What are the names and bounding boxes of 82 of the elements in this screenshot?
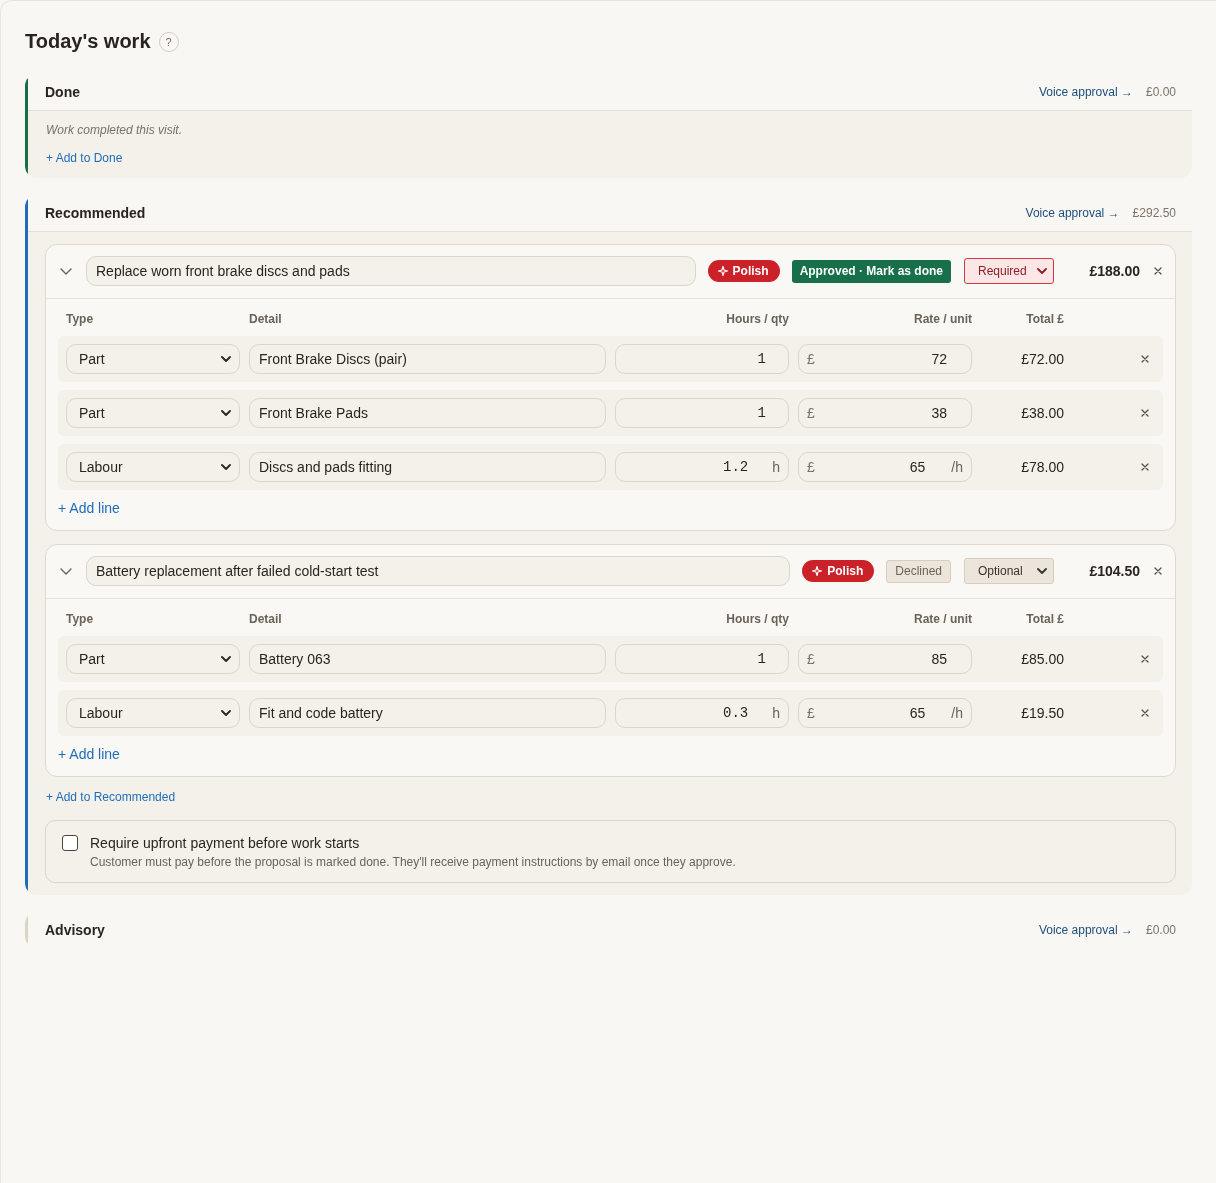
priority-select[interactable]: Required bbox=[964, 258, 1054, 284]
chevron-icon[interactable] bbox=[60, 567, 72, 575]
page-title: Today's work bbox=[25, 29, 151, 54]
rate-input[interactable]: £ 72 bbox=[798, 344, 972, 374]
add-line-link[interactable]: + Add line bbox=[58, 499, 120, 517]
type-select[interactable]: Part bbox=[66, 398, 240, 428]
type-select[interactable]: Part bbox=[66, 344, 240, 374]
column-header: Total £ bbox=[1025, 312, 1064, 327]
section-note: Work completed this visit. bbox=[46, 122, 184, 138]
detail-input[interactable]: Fit and code battery bbox=[249, 698, 606, 728]
close-icon[interactable] bbox=[1141, 409, 1149, 417]
caret-icon bbox=[1037, 568, 1047, 574]
section-total: £0.00 bbox=[1145, 923, 1176, 937]
section-total: £292.50 bbox=[1132, 206, 1176, 220]
close-icon[interactable] bbox=[1141, 463, 1149, 471]
column-header: Type bbox=[66, 312, 95, 327]
detail-input[interactable]: Discs and pads fitting bbox=[249, 452, 606, 482]
column-header: Rate / unit bbox=[913, 612, 972, 627]
checkbox[interactable] bbox=[62, 835, 78, 851]
polish-button[interactable]: Polish bbox=[707, 260, 780, 282]
sparkle-icon bbox=[812, 566, 823, 576]
job-title-input[interactable]: Battery replacement after failed cold-start test bbox=[86, 556, 791, 586]
line-total: £78.00 bbox=[1020, 459, 1064, 475]
voice-approval-link[interactable]: Voice approval → bbox=[1025, 206, 1120, 220]
job-total: £104.50 bbox=[1088, 563, 1140, 579]
chevron-icon[interactable] bbox=[60, 267, 72, 275]
type-select[interactable]: Labour bbox=[66, 452, 240, 482]
caret-icon bbox=[1037, 268, 1047, 274]
rate-input[interactable]: £ 85 bbox=[798, 644, 972, 674]
rate-input[interactable]: £ 65 /h bbox=[798, 452, 972, 482]
close-icon[interactable] bbox=[1141, 655, 1149, 663]
job-title-input[interactable]: Replace worn front brake discs and pads bbox=[86, 256, 696, 286]
rate-input[interactable]: £ 65 /h bbox=[798, 698, 972, 728]
add-item-link[interactable]: + Add to Done bbox=[46, 150, 123, 166]
line-total: £72.00 bbox=[1020, 351, 1064, 367]
close-icon[interactable] bbox=[1141, 709, 1149, 717]
line-total: £19.50 bbox=[1020, 705, 1064, 721]
column-header: Detail bbox=[249, 612, 283, 627]
help-text: Customer must pay before the proposal is marked done. They'll receive payment instructions by email once they approve. bbox=[90, 854, 736, 870]
type-select[interactable]: Labour bbox=[66, 698, 240, 728]
column-header: Hours / qty bbox=[725, 612, 789, 627]
detail-input[interactable]: Battery 063 bbox=[249, 644, 606, 674]
priority-select[interactable]: Optional bbox=[964, 558, 1054, 584]
close-icon[interactable] bbox=[1154, 567, 1162, 575]
add-line-link[interactable]: + Add line bbox=[58, 745, 120, 763]
job-total: £188.00 bbox=[1088, 263, 1140, 279]
section-title: Advisory bbox=[45, 922, 106, 938]
sparkle-icon bbox=[717, 266, 728, 276]
caret-icon bbox=[221, 356, 231, 362]
column-header: Rate / unit bbox=[913, 312, 972, 327]
column-header: Type bbox=[66, 612, 95, 627]
caret-icon bbox=[221, 464, 231, 470]
column-header: Hours / qty bbox=[725, 312, 789, 327]
line-total: £85.00 bbox=[1020, 651, 1064, 667]
section-total: £0.00 bbox=[1145, 85, 1176, 99]
caret-icon bbox=[221, 656, 231, 662]
column-header: Detail bbox=[249, 312, 283, 327]
line-total: £38.00 bbox=[1020, 405, 1064, 421]
polish-button[interactable]: Polish bbox=[802, 560, 875, 582]
detail-input[interactable]: Front Brake Pads bbox=[249, 398, 606, 428]
rate-input[interactable]: £ 38 bbox=[798, 398, 972, 428]
status-button[interactable]: Declined bbox=[886, 559, 951, 583]
voice-approval-link[interactable]: Voice approval → bbox=[1038, 85, 1133, 99]
status-button[interactable]: Approved · Mark as done bbox=[791, 259, 951, 283]
hours-input[interactable]: 1 bbox=[615, 644, 789, 674]
hours-input[interactable]: 1 bbox=[615, 344, 789, 374]
add-item-link[interactable]: + Add to Recommended bbox=[46, 789, 176, 805]
column-header: Total £ bbox=[1025, 612, 1064, 627]
checkbox-label: Require upfront payment before work starts bbox=[90, 834, 361, 852]
type-select[interactable]: Part bbox=[66, 644, 240, 674]
caret-icon bbox=[221, 710, 231, 716]
hours-input[interactable]: 0.3 h bbox=[615, 698, 789, 728]
help-button[interactable]: ? bbox=[158, 32, 179, 52]
section-title: Done bbox=[45, 84, 81, 100]
hours-input[interactable]: 1 bbox=[615, 398, 789, 428]
section-title: Recommended bbox=[45, 205, 147, 221]
caret-icon bbox=[221, 410, 231, 416]
close-icon[interactable] bbox=[1141, 355, 1149, 363]
voice-approval-link[interactable]: Voice approval → bbox=[1038, 923, 1133, 937]
hours-input[interactable]: 1.2 h bbox=[615, 452, 789, 482]
close-icon[interactable] bbox=[1154, 267, 1162, 275]
detail-input[interactable]: Front Brake Discs (pair) bbox=[249, 344, 606, 374]
